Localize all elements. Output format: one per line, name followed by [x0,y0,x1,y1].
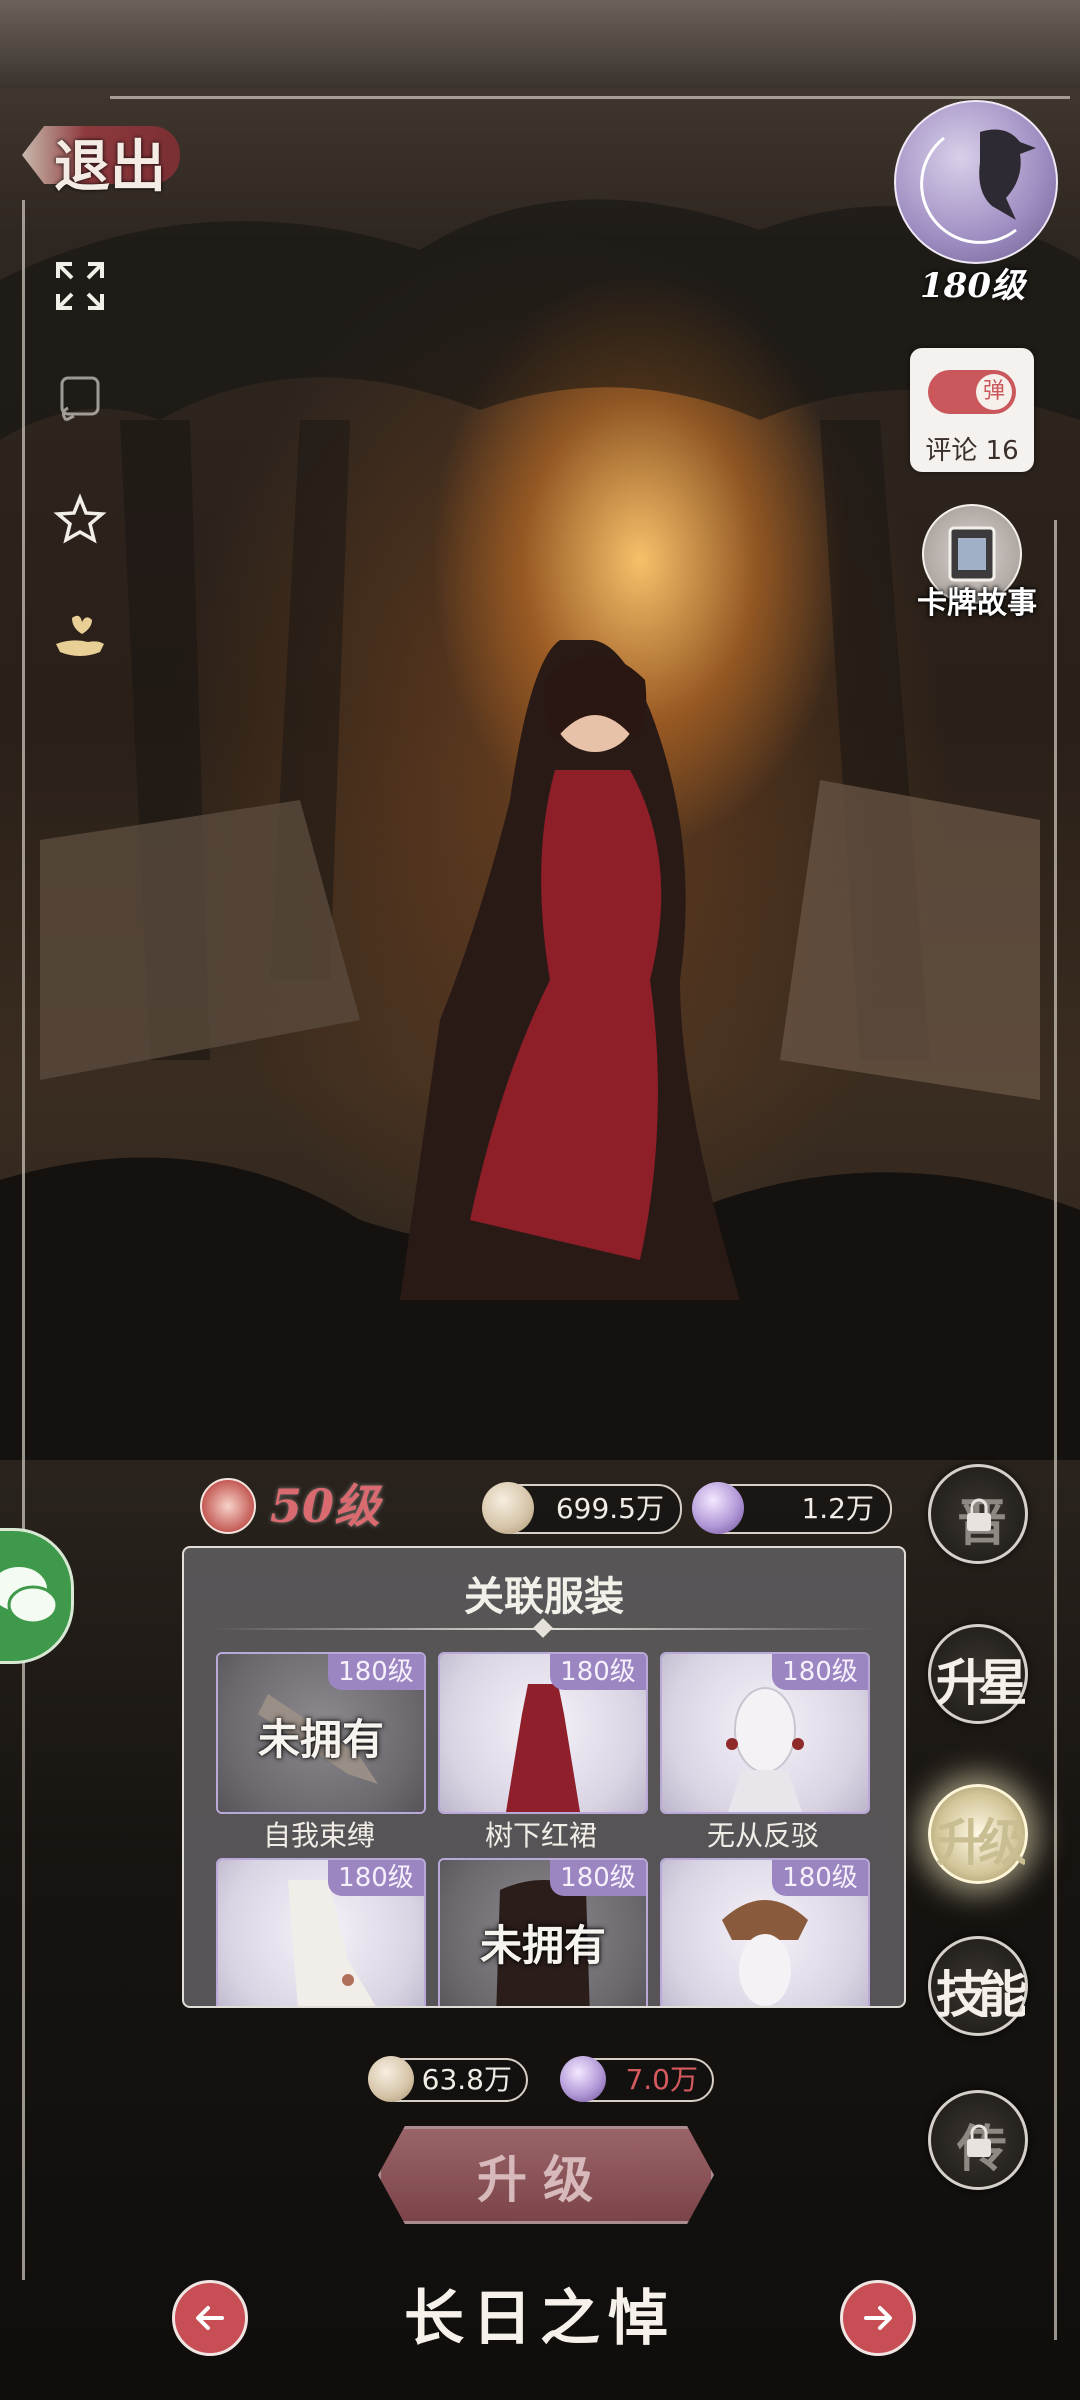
card-name: 长日之悼 [404,2284,676,2354]
wechat-float-icon[interactable] [0,1528,74,1664]
player-level-text: 180级 [920,266,1025,306]
gem-icon [692,1482,744,1534]
hand-chain-icon [288,1880,376,2006]
outfit-card[interactable]: 180级 未拥有 [438,1858,648,2006]
related-outfits-panel: 关联服装 180级 未拥有 180级 180级 自我束缚 树下红裙 无从反驳 1… [182,1546,906,2008]
outfit-name: 树下红裙 [484,1819,597,1852]
card-story-button[interactable]: 卡牌故事 [908,504,1044,628]
outfit-level: 180级 [328,1654,424,1690]
danmaku-comment-box[interactable]: 弹 评论 16 [910,348,1034,472]
frame-right-line [1054,520,1057,2340]
outfit-name: 自我束缚 [262,1819,375,1852]
outfit-card[interactable]: 180级 [216,1858,426,2006]
upgrade-button[interactable]: 升级 [378,2126,714,2224]
character-figure [400,640,740,1300]
lock-icon [967,1498,991,1531]
outfit-unowned-label: 未拥有 [479,1921,606,1970]
gem-balance: 1.2万 [692,1482,892,1534]
outfit-level: 180级 [772,1860,868,1896]
danmaku-toggle[interactable]: 弹 [928,370,1016,414]
upgrade-cost-coins-value: 63.8万 [421,2063,512,2096]
card-level-text: 50级 [270,1479,381,1533]
crow-moon-icon [894,100,1058,264]
upgrade-cost-gems-value: 7.0万 [625,2063,698,2096]
outfit-card[interactable]: 180级 [660,1858,870,2006]
outfit-card[interactable]: 180级 未拥有 [216,1652,426,1814]
comment-count[interactable]: 评论 16 [914,430,1030,467]
exit-button[interactable]: 退出 [14,112,184,200]
locked-feature-button-bottom[interactable]: 传 [928,2090,1028,2190]
affection-hands-icon[interactable] [52,610,108,666]
card-level-orb-icon [200,1478,256,1534]
earrings-icon [726,1687,804,1812]
coin-icon [368,2056,414,2102]
exit-label: 退出 [54,134,166,200]
upgrade-cost-gems: 7.0万 [560,2056,714,2102]
upgrade-cost-coins: 63.8万 [368,2056,528,2102]
coin-icon [482,1482,534,1534]
upgrade-tab-label: 升级 [936,1813,1025,1872]
next-card-button[interactable] [840,2280,916,2356]
outfit-level: 180级 [772,1654,868,1690]
related-outfits-title: 关联服装 [464,1573,624,1620]
favorite-star-icon[interactable] [52,492,108,548]
danmaku-toggle-knob: 弹 [976,374,1012,410]
gem-balance-value: 1.2万 [801,1492,874,1525]
lock-icon [967,2124,991,2157]
outfit-level: 180级 [550,1654,646,1690]
locked-feature-button-top[interactable]: 晋 [928,1464,1028,1564]
panel-divider [214,1618,874,1638]
arrow-right-icon [864,2306,892,2330]
player-level-badge: 180级 [880,96,1060,316]
fullscreen-icon[interactable] [52,258,108,314]
outfit-unowned-label: 未拥有 [257,1715,384,1764]
outfit-level: 180级 [550,1860,646,1896]
upgrade-button-label: 升级 [477,2150,609,2209]
frame-left-line [22,200,25,2280]
outfit-card[interactable]: 180级 [660,1652,870,1814]
upgrade-tab-button[interactable]: 升级 [928,1784,1028,1884]
star-up-label: 升星 [936,1653,1025,1712]
red-dress-icon [506,1684,580,1812]
headdress-icon [722,1900,808,2006]
skill-label: 技能 [936,1965,1025,2024]
switch-card-icon[interactable] [52,372,108,428]
star-up-button[interactable]: 升星 [928,1624,1028,1724]
top-band [0,0,1080,88]
outfit-level: 180级 [328,1860,424,1896]
card-story-label: 卡牌故事 [917,586,1037,621]
gem-icon [560,2056,606,2102]
coin-balance: 699.5万 [482,1482,682,1534]
skill-button[interactable]: 技能 [928,1936,1028,2036]
outfit-card[interactable]: 180级 [438,1652,648,1814]
coin-balance-value: 699.5万 [555,1492,664,1525]
outfit-name: 无从反驳 [706,1819,819,1852]
